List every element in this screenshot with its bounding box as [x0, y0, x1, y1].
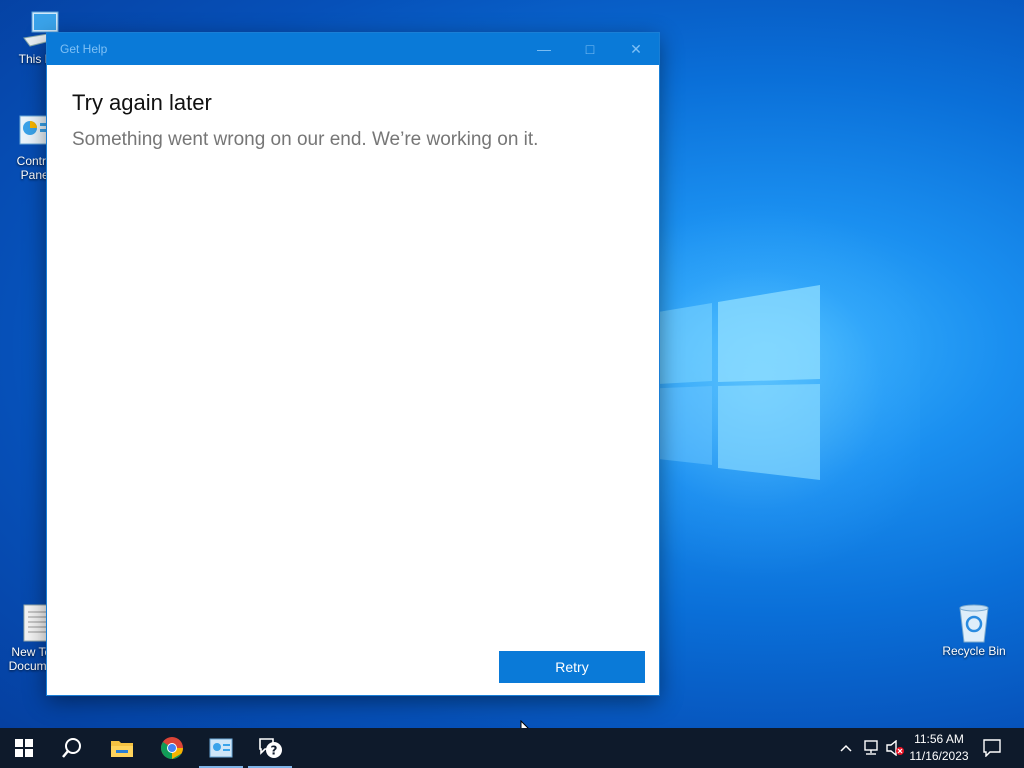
- search-icon: [62, 738, 81, 758]
- file-explorer-icon: [111, 741, 133, 757]
- window-titlebar[interactable]: Get Help — □ ✕: [47, 33, 659, 65]
- retry-button[interactable]: Retry: [499, 651, 645, 683]
- taskbar-chrome[interactable]: [148, 728, 196, 768]
- error-heading: Try again later: [72, 90, 212, 115]
- taskbar-file-explorer[interactable]: [98, 728, 146, 768]
- desktop-icon-label: Recycle Bin: [942, 644, 1006, 658]
- window-title: Get Help: [60, 42, 108, 56]
- volume-button[interactable]: [884, 728, 906, 768]
- recycle-bin-icon: [954, 602, 994, 643]
- taskbar-clock[interactable]: 11:56 AM 11/16/2023: [904, 731, 974, 765]
- taskbar-search-button[interactable]: [48, 728, 96, 768]
- windows-wallpaper-logo: [640, 285, 820, 480]
- maximize-button[interactable]: □: [567, 33, 613, 65]
- clock-date: 11/16/2023: [909, 749, 969, 763]
- notification-icon: [983, 739, 1001, 757]
- clock-time: 11:56 AM: [914, 732, 964, 746]
- close-button[interactable]: ✕: [613, 33, 659, 65]
- network-icon: [864, 740, 878, 755]
- taskbar: ? 11:56 AM 11/16/2023: [0, 728, 1024, 768]
- show-hidden-icons-button[interactable]: [836, 728, 856, 768]
- close-icon: ✕: [630, 40, 642, 57]
- error-message: Something went wrong on our end. We’re w…: [72, 129, 539, 150]
- taskbar-control-panel[interactable]: [197, 728, 245, 768]
- chevron-up-icon: [840, 744, 852, 752]
- volume-muted-icon: [886, 740, 904, 756]
- desktop-icon-recycle-bin[interactable]: Recycle Bin: [938, 602, 1010, 658]
- chrome-icon: [161, 737, 183, 759]
- start-icon: [15, 739, 33, 757]
- control-panel-icon: [209, 738, 233, 758]
- minimize-icon: —: [537, 41, 551, 57]
- maximize-icon: □: [585, 41, 595, 57]
- minimize-button[interactable]: —: [521, 33, 567, 65]
- action-center-button[interactable]: [978, 728, 1006, 768]
- get-help-window: Get Help — □ ✕ Try again later Something…: [47, 33, 659, 695]
- taskbar-get-help[interactable]: ?: [246, 728, 294, 768]
- network-status-button[interactable]: [860, 728, 882, 768]
- svg-text:?: ?: [271, 744, 278, 758]
- get-help-icon: ?: [259, 738, 282, 758]
- start-button[interactable]: [0, 728, 48, 768]
